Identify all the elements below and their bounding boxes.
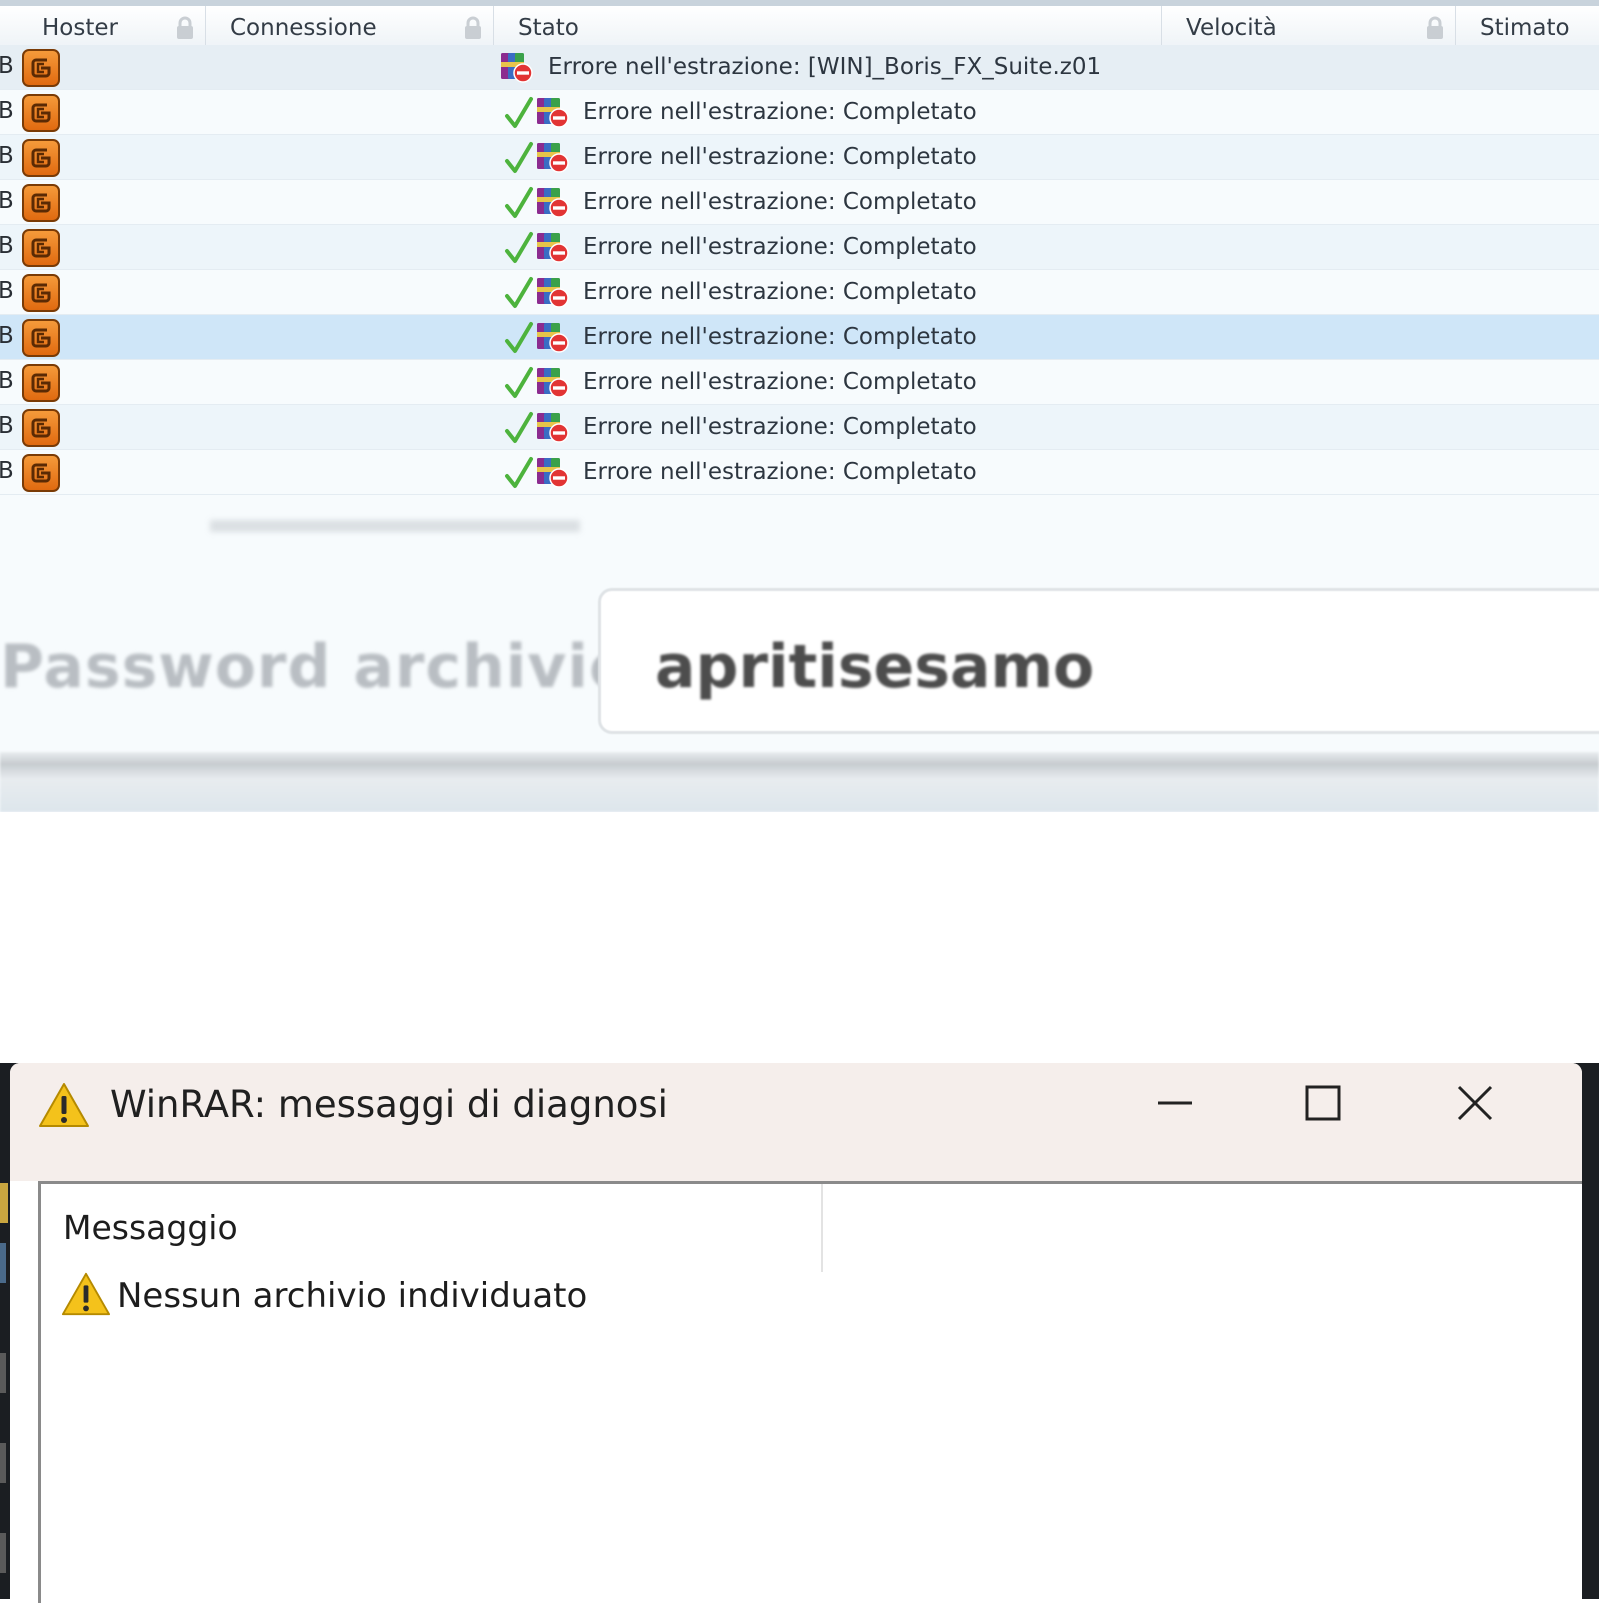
hoster-icon [22, 319, 60, 357]
download-row[interactable]: B Errore nell'estrazione: Completato [0, 360, 1599, 405]
status-text: Errore nell'estrazione: Completato [583, 414, 977, 440]
size-suffix: B [0, 368, 14, 394]
col-estimated[interactable]: Stimato [1456, 6, 1599, 49]
warning-icon [39, 1083, 89, 1127]
hoster-icon [22, 229, 60, 267]
password-value: apritisesamo [655, 632, 1095, 702]
size-suffix: B [0, 233, 14, 259]
col-speed-label: Velocità [1186, 14, 1277, 41]
download-row[interactable]: B Errore nell'estrazione: Completato [0, 180, 1599, 225]
status-text: Errore nell'estrazione: Completato [583, 99, 977, 125]
col-hoster[interactable]: Hoster [0, 6, 206, 49]
download-row[interactable]: B Errore nell'estrazione: Completato [0, 90, 1599, 135]
size-suffix: B [0, 458, 14, 484]
dialog-titlebar[interactable]: WinRAR: messaggi di diagnosi [10, 1063, 1582, 1181]
rar-error-icon [534, 320, 570, 354]
download-row[interactable]: B Errore nell'estrazione: Completato [0, 405, 1599, 450]
message-item[interactable]: Nessun archivio individuato [117, 1276, 587, 1316]
size-suffix: B [0, 53, 14, 79]
check-icon [504, 231, 534, 265]
column-header: Hoster Connessione Stato Velocità Stimat… [0, 6, 1599, 49]
size-suffix: B [0, 278, 14, 304]
lock-icon[interactable] [1424, 16, 1446, 40]
hoster-icon [22, 364, 60, 402]
col-hoster-label: Hoster [42, 14, 118, 41]
status-text: Errore nell'estrazione: Completato [583, 144, 977, 170]
message-column-header[interactable]: Messaggio [63, 1208, 238, 1247]
rar-error-icon [534, 275, 570, 309]
rar-error-icon [534, 185, 570, 219]
col-speed[interactable]: Velocità [1162, 6, 1456, 49]
status-text: Errore nell'estrazione: Completato [583, 459, 977, 485]
lock-icon[interactable] [174, 16, 196, 40]
status-text: Errore nell'estrazione: Completato [583, 189, 977, 215]
minimize-icon [1158, 1101, 1192, 1105]
check-icon [504, 321, 534, 355]
download-row[interactable]: B Errore nell'estrazione: Completato [0, 450, 1599, 495]
check-icon [504, 141, 534, 175]
close-icon [1457, 1085, 1493, 1121]
blurred-text-fragment [210, 520, 580, 532]
check-icon [504, 366, 534, 400]
check-icon [504, 411, 534, 445]
hoster-icon [22, 184, 60, 222]
bottom-bar [0, 752, 1599, 812]
hoster-icon [22, 49, 60, 87]
maximize-icon [1305, 1085, 1341, 1121]
download-row[interactable]: B Errore nell'estrazione: Completato [0, 135, 1599, 180]
check-icon [504, 96, 534, 130]
status-text: Errore nell'estrazione: Completato [583, 324, 977, 350]
rar-error-icon [498, 50, 534, 84]
hoster-icon [22, 409, 60, 447]
lock-icon[interactable] [462, 16, 484, 40]
rar-error-icon [534, 95, 570, 129]
rar-error-icon [534, 455, 570, 489]
status-text: Errore nell'estrazione: [WIN]_Boris_FX_S… [548, 54, 1102, 80]
size-suffix: B [0, 188, 14, 214]
size-suffix: B [0, 323, 14, 349]
download-row[interactable]: B Errore nell'estrazione: Completato [0, 270, 1599, 315]
column-divider[interactable] [821, 1184, 823, 1272]
rar-error-icon [534, 365, 570, 399]
warning-icon [61, 1272, 111, 1316]
hoster-icon [22, 139, 60, 177]
status-text: Errore nell'estrazione: Completato [583, 369, 977, 395]
winrar-diagnostic-dialog: WinRAR: messaggi di diagnosi Messaggio N… [10, 1063, 1582, 1603]
download-row[interactable]: B Errore nell'estrazione: [WIN]_Boris_FX_… [0, 45, 1599, 90]
status-text: Errore nell'estrazione: Completato [583, 234, 977, 260]
message-list[interactable]: Messaggio Nessun archivio individuato [38, 1181, 1582, 1603]
check-icon [504, 456, 534, 490]
size-suffix: B [0, 98, 14, 124]
check-icon [504, 276, 534, 310]
status-text: Errore nell'estrazione: Completato [583, 279, 977, 305]
col-status[interactable]: Stato [494, 6, 1162, 49]
password-label: Password archivio: [0, 632, 657, 702]
col-status-label: Stato [518, 14, 579, 41]
download-list-panel: Hoster Connessione Stato Velocità Stimat… [0, 0, 1599, 812]
size-suffix: B [0, 143, 14, 169]
size-suffix: B [0, 413, 14, 439]
maximize-button[interactable] [1288, 1073, 1358, 1133]
col-estimated-label: Stimato [1480, 14, 1570, 41]
download-row[interactable]: B Errore nell'estrazione: Completato [0, 315, 1599, 360]
rar-error-icon [534, 140, 570, 174]
hoster-icon [22, 454, 60, 492]
col-connection-label: Connessione [230, 14, 377, 41]
hoster-icon [22, 94, 60, 132]
minimize-button[interactable] [1140, 1073, 1210, 1133]
dialog-title: WinRAR: messaggi di diagnosi [110, 1083, 668, 1126]
check-icon [504, 186, 534, 220]
dialog-background: WinRAR: messaggi di diagnosi Messaggio N… [0, 1063, 1599, 1603]
rar-error-icon [534, 410, 570, 444]
col-connection[interactable]: Connessione [206, 6, 494, 49]
hoster-icon [22, 274, 60, 312]
rar-error-icon [534, 230, 570, 264]
close-button[interactable] [1440, 1073, 1510, 1133]
download-row[interactable]: B Errore nell'estrazione: Completato [0, 225, 1599, 270]
